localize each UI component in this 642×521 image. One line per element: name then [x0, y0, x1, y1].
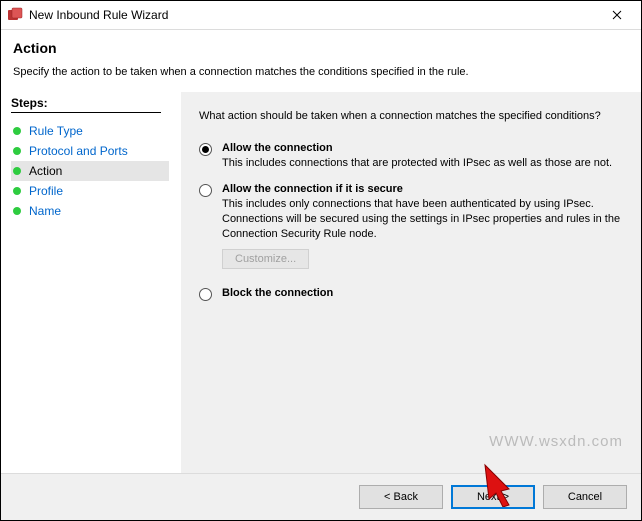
radio-block[interactable]: [199, 288, 212, 301]
option-desc: This includes only connections that have…: [222, 197, 622, 242]
option-title: Block the connection: [222, 287, 623, 299]
option-desc: This includes connections that are prote…: [222, 156, 622, 171]
option-title: Allow the connection if it is secure: [222, 183, 623, 195]
option-body: Allow the connection if it is secure Thi…: [222, 183, 623, 270]
step-protocol-ports[interactable]: Protocol and Ports: [11, 141, 169, 161]
option-allow[interactable]: Allow the connection This includes conne…: [199, 142, 623, 171]
page-subtitle: Specify the action to be taken when a co…: [13, 66, 629, 78]
titlebar: New Inbound Rule Wizard: [1, 1, 641, 30]
step-name[interactable]: Name: [11, 201, 169, 221]
bullet-icon: [13, 127, 21, 135]
option-block[interactable]: Block the connection: [199, 287, 623, 301]
option-body: Block the connection: [222, 287, 623, 301]
close-icon: [612, 7, 622, 23]
question-text: What action should be taken when a conne…: [199, 110, 623, 122]
option-secure[interactable]: Allow the connection if it is secure Thi…: [199, 183, 623, 270]
content-panel: What action should be taken when a conne…: [181, 92, 641, 473]
bullet-icon: [13, 147, 21, 155]
step-label: Protocol and Ports: [29, 144, 128, 158]
bullet-icon: [13, 187, 21, 195]
button-label: < Back: [384, 491, 418, 503]
header: Action Specify the action to be taken wh…: [1, 30, 641, 92]
customize-button: Customize...: [222, 249, 309, 269]
cancel-button[interactable]: Cancel: [543, 485, 627, 509]
back-button[interactable]: < Back: [359, 485, 443, 509]
step-rule-type[interactable]: Rule Type: [11, 121, 169, 141]
steps-label: Steps:: [11, 96, 161, 113]
close-button[interactable]: [597, 1, 637, 29]
wizard-window: New Inbound Rule Wizard Action Specify t…: [0, 0, 642, 521]
radio-secure[interactable]: [199, 184, 212, 197]
next-button[interactable]: Next >: [451, 485, 535, 509]
radio-allow[interactable]: [199, 143, 212, 156]
bullet-icon: [13, 207, 21, 215]
step-profile[interactable]: Profile: [11, 181, 169, 201]
page-title: Action: [13, 40, 629, 56]
step-label: Name: [29, 204, 61, 218]
option-title: Allow the connection: [222, 142, 623, 154]
app-icon: [7, 7, 23, 23]
step-action[interactable]: Action: [11, 161, 169, 181]
body: Steps: Rule Type Protocol and Ports Acti…: [1, 92, 641, 473]
option-body: Allow the connection This includes conne…: [222, 142, 623, 171]
steps-sidebar: Steps: Rule Type Protocol and Ports Acti…: [1, 92, 181, 473]
button-label: Cancel: [568, 491, 602, 503]
bullet-icon: [13, 167, 21, 175]
step-label: Profile: [29, 184, 63, 198]
step-label: Rule Type: [29, 124, 83, 138]
step-label: Action: [29, 164, 62, 178]
footer: < Back Next > Cancel: [1, 473, 641, 520]
button-label: Next >: [477, 491, 509, 503]
window-title: New Inbound Rule Wizard: [29, 8, 168, 22]
